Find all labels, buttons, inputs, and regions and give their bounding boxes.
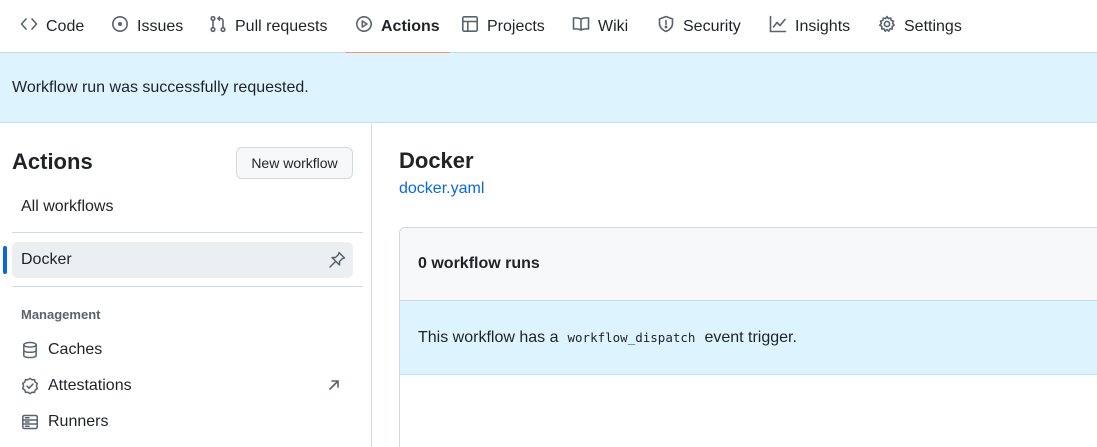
tab-projects[interactable]: Projects: [451, 0, 555, 53]
tab-label: Wiki: [598, 17, 629, 35]
verified-icon: [21, 377, 39, 395]
trigger-notice-text: event trigger.: [704, 328, 797, 346]
sidebar-item-caches[interactable]: Caches: [21, 338, 102, 362]
server-icon: [22, 414, 38, 430]
trigger-notice: This workflow has a workflow_dispatch ev…: [400, 301, 1097, 375]
tab-wiki[interactable]: Wiki: [562, 0, 638, 53]
new-workflow-button[interactable]: New workflow: [236, 147, 353, 179]
tab-security[interactable]: Security: [647, 0, 751, 53]
workflow-file-link[interactable]: docker.yaml: [399, 180, 484, 198]
arrow-up-right-icon: [329, 380, 339, 390]
sidebar-item-attestations[interactable]: Attestations: [21, 374, 132, 398]
workflow-runs-panel: 0 workflow runs This workflow has a work…: [399, 227, 1097, 447]
sidebar-item-label: Runners: [48, 413, 109, 430]
repo-nav: Code Issues Pull requests Actions Projec…: [0, 0, 1097, 54]
pin-icon[interactable]: [327, 250, 347, 270]
tab-pull-requests[interactable]: Pull requests: [199, 0, 338, 53]
management-heading: Management: [21, 307, 101, 322]
tab-insights[interactable]: Insights: [759, 0, 860, 53]
database-icon: [23, 341, 37, 359]
table-icon: [461, 15, 479, 38]
issue-opened-icon: [111, 15, 129, 38]
workflow-title: Docker: [399, 148, 474, 173]
graph-icon: [769, 15, 787, 38]
tab-label: Actions: [381, 17, 440, 35]
play-icon: [355, 15, 373, 38]
sidebar-item-runners[interactable]: Runners: [21, 410, 108, 434]
tab-label: Projects: [487, 17, 545, 35]
actions-sidebar: Actions New workflow All workflows Docke…: [0, 124, 372, 447]
book-icon: [572, 15, 590, 38]
sidebar-title: Actions: [12, 149, 93, 174]
runs-count-header: 0 workflow runs: [400, 228, 1097, 301]
tab-label: Insights: [795, 17, 851, 35]
sidebar-divider: [12, 286, 363, 287]
sidebar-divider: [12, 232, 363, 233]
tab-actions[interactable]: Actions: [345, 0, 450, 54]
tab-label: Security: [683, 17, 741, 35]
shield-icon: [657, 15, 675, 38]
tab-settings[interactable]: Settings: [868, 0, 972, 53]
sidebar-item-label: Caches: [48, 341, 103, 358]
sidebar-item-label: Attestations: [48, 377, 132, 394]
tab-label: Issues: [137, 17, 184, 35]
sidebar-item-docker[interactable]: Docker: [12, 242, 353, 278]
all-workflows-link[interactable]: All workflows: [21, 198, 113, 216]
flash-banner: Workflow run was successfully requested.: [0, 53, 1097, 123]
gear-icon: [878, 15, 896, 38]
tab-label: Pull requests: [235, 17, 328, 35]
code-icon: [20, 15, 38, 38]
workflow-label: Docker: [21, 251, 72, 268]
tab-code[interactable]: Code: [10, 0, 94, 53]
tab-issues[interactable]: Issues: [101, 0, 193, 53]
trigger-notice-text: This workflow has a: [418, 328, 559, 346]
git-pull-request-icon: [209, 15, 227, 38]
selected-indicator: [3, 246, 7, 274]
tab-label: Settings: [904, 17, 962, 35]
trigger-code: workflow_dispatch: [567, 330, 696, 345]
tab-label: Code: [46, 17, 85, 35]
flash-message: Workflow run was successfully requested.: [12, 78, 309, 96]
